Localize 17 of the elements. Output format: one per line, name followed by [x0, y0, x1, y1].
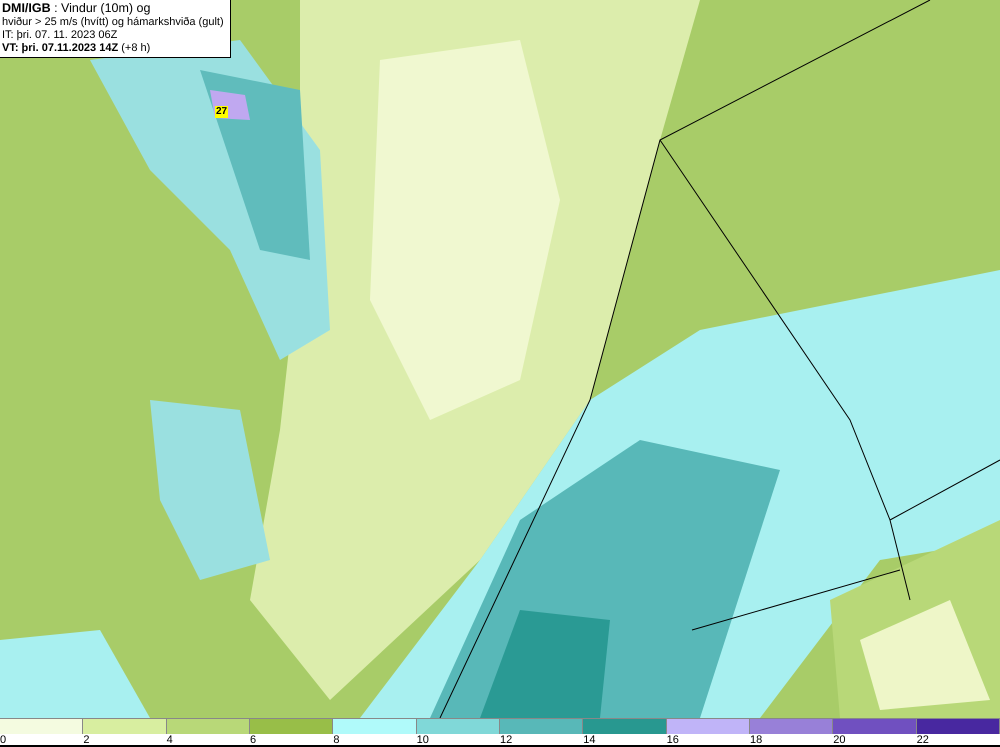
title-line: DMI/IGB : Vindur (10m) og [2, 1, 152, 16]
legend-label: 6 [250, 734, 256, 746]
legend-label: 14 [583, 734, 596, 746]
legend-label: 10 [416, 734, 429, 746]
legend-label: 2 [83, 734, 90, 746]
title-line: VT: þri. 07.11.2023 14Z (+8 h) [2, 42, 152, 55]
legend-label: 22 [916, 734, 929, 746]
title-line: IT: þri. 07. 11. 2023 06Z [2, 29, 118, 42]
legend-label: 12 [500, 734, 512, 746]
title-line: hviður > 25 m/s (hvítt) og hámarkshviða (gult) [2, 16, 225, 29]
legend-label: 8 [333, 734, 340, 746]
gust-label: 27 [215, 106, 228, 118]
legend-label: 16 [666, 734, 679, 746]
legend-label: 20 [833, 734, 846, 746]
legend-label: 18 [750, 734, 762, 746]
legend-label: 0 [0, 734, 6, 746]
legend-label: 4 [166, 734, 173, 746]
